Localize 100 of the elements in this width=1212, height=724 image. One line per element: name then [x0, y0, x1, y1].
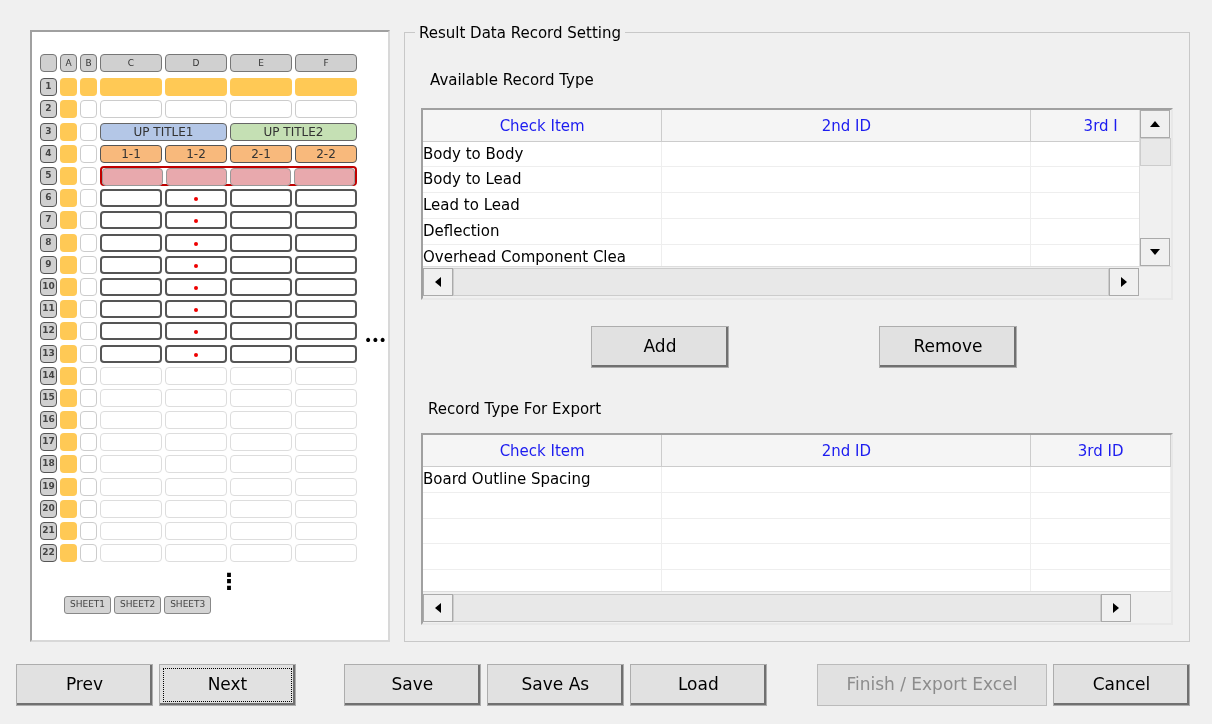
sheet-cell [60, 211, 77, 230]
sheet-cell [60, 255, 77, 274]
sheet-cell [165, 366, 227, 385]
sheet-cell [295, 344, 357, 363]
sheet-cell [230, 455, 292, 474]
action-button[interactable]: Remove [879, 325, 1017, 368]
scroll-thumb[interactable] [453, 593, 1101, 622]
sheet-cell [295, 233, 357, 252]
sheet-cell [100, 211, 162, 230]
sheet-cell [100, 411, 162, 430]
vertical-ellipsis: ⋮ [217, 570, 241, 595]
sheet-cell [230, 322, 292, 341]
sheet-cell [80, 433, 97, 452]
sheet-cell [230, 344, 292, 363]
sheet-cell [295, 433, 357, 452]
sheet-cell [100, 344, 162, 363]
sheet-cell [295, 544, 357, 563]
sheet-cell [230, 189, 292, 208]
corner-cell [40, 54, 57, 73]
dialog-button[interactable]: Save As [486, 664, 624, 706]
sheet-cell [295, 189, 357, 208]
sheet-cell [100, 277, 162, 296]
scroll-right-button[interactable] [1109, 268, 1139, 296]
column-header: D [165, 54, 227, 73]
required-dot [194, 263, 198, 268]
right-arrow-icon [1120, 277, 1128, 287]
list-row[interactable]: Lead to Lead [423, 193, 663, 218]
subheader-cell: 2-2 [295, 144, 357, 163]
sheet-cell [60, 100, 77, 119]
list-row[interactable]: Deflection [423, 218, 663, 244]
sheet-cell [295, 366, 357, 385]
sheet-cell [230, 477, 292, 496]
list-row[interactable]: Body to Lead [423, 167, 663, 193]
sheet-cell [80, 344, 97, 363]
sheet-cell [80, 100, 97, 119]
row-number: 1 [40, 78, 57, 97]
sheet-cell [60, 122, 77, 141]
sheet-cell [165, 411, 227, 430]
dialog-button[interactable]: Prev [16, 664, 153, 706]
row-number: 16 [40, 411, 57, 430]
section-label: Available Record Type [430, 70, 595, 91]
dialog-button[interactable]: Cancel [1053, 664, 1190, 706]
sheet-cell [80, 544, 97, 563]
scroll-left-button[interactable] [423, 593, 453, 622]
sheet-cell [165, 78, 227, 97]
left-arrow-icon [434, 602, 442, 613]
scroll-down-button[interactable] [1140, 237, 1170, 266]
row-number: 22 [40, 544, 57, 563]
action-button[interactable]: Add [591, 325, 729, 368]
sheet-cell [60, 499, 77, 518]
column-header: 2nd ID [662, 109, 1032, 141]
sheet-cell [165, 544, 227, 563]
sheet-cell [80, 388, 97, 407]
ellipsis: ••• [364, 331, 386, 350]
row-number: 2 [40, 100, 57, 119]
sheet-cell [100, 322, 162, 341]
dialog-button[interactable]: Next [158, 664, 296, 706]
list-row[interactable]: Body to Body [423, 141, 663, 167]
column-header: Check Item [423, 109, 663, 141]
sheet-cell [295, 211, 357, 230]
sheet-cell [165, 455, 227, 474]
row-number: 19 [40, 477, 57, 496]
sheet-cell [60, 344, 77, 363]
sheet-cell [230, 433, 292, 452]
sheet-cell [60, 477, 77, 496]
sheet-cell [60, 144, 77, 163]
left-arrow-icon [434, 277, 442, 287]
required-dot [194, 330, 198, 335]
scroll-thumb[interactable] [1140, 137, 1171, 166]
dialog-button[interactable]: Save [343, 664, 481, 706]
sheet-cell [60, 544, 77, 563]
required-dot [194, 308, 198, 313]
right-arrow-icon [1112, 602, 1120, 613]
sheet-cell [60, 366, 77, 385]
title-cell: UP TITLE1 [100, 122, 227, 141]
sheet-cell [295, 300, 357, 319]
row-number: 17 [40, 433, 57, 452]
column-header: 2nd ID [662, 435, 1032, 466]
scroll-thumb[interactable] [453, 268, 1109, 296]
subheader-cell: 1-2 [165, 144, 227, 163]
sheet-cell [80, 366, 97, 385]
scroll-up-button[interactable] [1140, 109, 1170, 138]
column-header: Check Item [423, 435, 663, 466]
dialog-button[interactable]: Load [629, 664, 767, 706]
scroll-right-button[interactable] [1101, 593, 1131, 622]
row-number: 20 [40, 499, 57, 518]
column-header: A [60, 54, 77, 73]
sheet-cell [60, 300, 77, 319]
sheet-cell [60, 433, 77, 452]
list-row[interactable]: Board Outline Spacing [423, 467, 663, 492]
sheet-cell [295, 78, 357, 97]
scroll-left-button[interactable] [423, 268, 453, 296]
sheet-cell [165, 100, 227, 119]
row-number: 13 [40, 344, 57, 363]
sheet-cell [165, 388, 227, 407]
sheet-cell [100, 433, 162, 452]
sheet-cell [295, 522, 357, 541]
row-number: 6 [40, 189, 57, 208]
sheet-cell [80, 277, 97, 296]
sheet-cell [100, 300, 162, 319]
